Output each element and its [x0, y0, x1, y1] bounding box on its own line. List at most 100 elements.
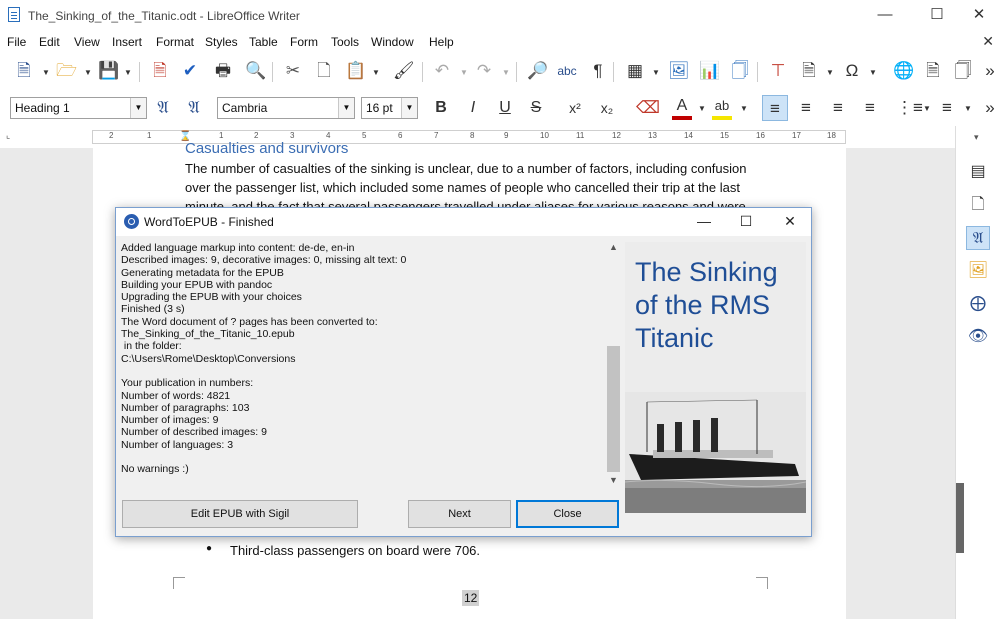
strikethrough-icon[interactable]: S — [526, 98, 546, 118]
edit-epub-with-sigil-button[interactable]: Edit EPUB with Sigil — [122, 500, 358, 528]
justify-icon[interactable]: ≡ — [860, 98, 880, 118]
footnote-icon[interactable]: 🗎 — [923, 61, 943, 81]
menu-file[interactable]: File — [7, 35, 26, 49]
new-document-icon[interactable]: 🗎 — [14, 61, 34, 81]
subscript-icon[interactable]: x₂ — [597, 98, 617, 118]
redo-dropdown-icon[interactable]: ▼ — [502, 68, 510, 77]
dialog-minimize-button[interactable]: — — [681, 208, 727, 236]
align-left-icon[interactable]: ≡ — [762, 95, 788, 121]
menu-window[interactable]: Window — [371, 35, 414, 49]
close-window-button[interactable]: ✕ — [956, 0, 1000, 32]
more-options-icon[interactable]: » — [980, 61, 1000, 81]
menu-form[interactable]: Form — [290, 35, 318, 49]
save-dropdown-icon[interactable]: ▼ — [124, 68, 132, 77]
print-icon[interactable]: 🖶 — [213, 61, 233, 81]
update-style-icon[interactable]: 𝔄 — [153, 98, 173, 118]
navigator-icon[interactable]: ⨁ — [966, 292, 990, 316]
next-button[interactable]: Next — [408, 500, 511, 528]
sidebar-menu-icon[interactable]: ▾ — [974, 132, 979, 143]
formatting-marks-icon[interactable]: ¶ — [588, 61, 608, 81]
insert-textbox-icon[interactable]: 🗍 — [730, 61, 750, 81]
table-dropdown-icon[interactable]: ▼ — [652, 68, 660, 77]
minimize-button[interactable]: — — [862, 0, 908, 32]
menu-styles[interactable]: Styles — [205, 35, 238, 49]
insert-image-icon[interactable]: 🖼 — [668, 61, 690, 81]
close-document-icon[interactable]: ✕ — [982, 33, 994, 50]
scroll-up-icon[interactable]: ▲ — [606, 242, 621, 252]
unordered-list-icon[interactable]: ⋮≡ — [896, 98, 923, 118]
bold-icon[interactable]: B — [431, 98, 451, 118]
cut-icon[interactable]: ✂ — [283, 61, 303, 81]
more-options-icon[interactable]: » — [980, 98, 1000, 118]
copy-icon[interactable]: 🗋 — [314, 61, 334, 81]
wordtoepub-icon[interactable]: ✔ — [180, 61, 200, 81]
undo-dropdown-icon[interactable]: ▼ — [460, 68, 468, 77]
special-char-dropdown-icon[interactable]: ▼ — [869, 68, 877, 77]
insert-table-icon[interactable]: ▦ — [625, 61, 645, 81]
redo-icon[interactable]: ↷ — [474, 61, 494, 81]
paragraph-line[interactable]: over the passenger list, which included … — [185, 180, 740, 195]
chevron-down-icon[interactable]: ▼ — [130, 98, 146, 118]
underline-icon[interactable]: U — [495, 98, 515, 118]
field-dropdown-icon[interactable]: ▼ — [826, 68, 834, 77]
scroll-thumb[interactable] — [607, 346, 620, 472]
gallery-icon[interactable]: 🖼 — [966, 259, 990, 283]
close-button[interactable]: Close — [516, 500, 619, 528]
highlight-icon[interactable]: ab — [712, 96, 732, 120]
dialog-close-icon[interactable]: ✕ — [767, 208, 813, 236]
print-preview-icon[interactable]: 🔍 — [245, 61, 266, 81]
find-replace-icon[interactable]: 🔎 — [527, 61, 548, 81]
log-scrollbar[interactable]: ▲ ▼ — [606, 242, 621, 489]
style-inspector-icon[interactable]: 👁 — [966, 325, 990, 349]
paragraph-style-combo[interactable]: Heading 1 ▼ — [10, 97, 147, 119]
insert-chart-icon[interactable]: 📊 — [699, 61, 720, 81]
new-dropdown-icon[interactable]: ▼ — [42, 68, 50, 77]
maximize-button[interactable]: ☐ — [914, 0, 960, 32]
tab-stop-icon[interactable]: ⌞ — [6, 130, 10, 141]
paste-icon[interactable]: 📋 — [345, 61, 366, 81]
section-heading[interactable]: Casualties and survivors — [185, 140, 348, 157]
conversion-log[interactable]: Added language markup into content: de-d… — [121, 241, 621, 503]
dialog-maximize-button[interactable]: ☐ — [723, 208, 769, 236]
ordered-list-icon[interactable]: ≡ — [937, 98, 957, 118]
special-character-icon[interactable]: Ω — [842, 61, 862, 81]
chevron-down-icon[interactable]: ▼ — [338, 98, 354, 118]
menu-edit[interactable]: Edit — [39, 35, 60, 49]
insert-field-icon[interactable]: 🗎 — [799, 61, 819, 81]
highlight-dropdown-icon[interactable]: ▼ — [740, 104, 748, 113]
undo-icon[interactable]: ↶ — [432, 61, 452, 81]
clone-formatting-icon[interactable]: 🖌 — [393, 61, 415, 81]
ordered-list-dropdown-icon[interactable]: ▼ — [964, 104, 972, 113]
menu-help[interactable]: Help — [429, 35, 454, 49]
hyperlink-icon[interactable]: 🌐 — [893, 61, 914, 81]
superscript-icon[interactable]: x² — [565, 98, 585, 118]
properties-icon[interactable]: ▤ — [966, 160, 990, 184]
clear-formatting-icon[interactable]: ⌫ — [636, 98, 660, 118]
sidebar-collapse-handle[interactable] — [956, 483, 964, 553]
chevron-down-icon[interactable]: ▼ — [401, 98, 417, 118]
italic-icon[interactable]: I — [463, 98, 483, 118]
page-icon[interactable]: 🗋 — [966, 193, 990, 217]
menu-view[interactable]: View — [74, 35, 100, 49]
new-style-icon[interactable]: 𝔄 — [184, 98, 204, 118]
menu-tools[interactable]: Tools — [331, 35, 359, 49]
spelling-icon[interactable]: abc — [557, 61, 577, 81]
font-color-icon[interactable]: A — [672, 96, 692, 120]
open-dropdown-icon[interactable]: ▼ — [84, 68, 92, 77]
paragraph-line[interactable]: The number of casualties of the sinking … — [185, 161, 747, 176]
list-dropdown-icon[interactable]: ▼ — [923, 104, 931, 113]
scroll-down-icon[interactable]: ▼ — [606, 475, 621, 485]
comment-icon[interactable]: 🗍 — [953, 61, 973, 81]
bullet-item[interactable]: Third-class passengers on board were 706… — [230, 543, 480, 558]
page-break-icon[interactable]: ⊤ — [768, 61, 788, 81]
align-center-icon[interactable]: ≡ — [796, 98, 816, 118]
font-color-dropdown-icon[interactable]: ▼ — [698, 104, 706, 113]
styles-icon[interactable]: 𝔄 — [966, 226, 990, 250]
font-size-combo[interactable]: 16 pt ▼ — [361, 97, 418, 119]
menu-table[interactable]: Table — [249, 35, 278, 49]
paste-dropdown-icon[interactable]: ▼ — [372, 68, 380, 77]
save-icon[interactable]: 💾 — [98, 61, 119, 81]
align-right-icon[interactable]: ≡ — [828, 98, 848, 118]
font-name-combo[interactable]: Cambria ▼ — [217, 97, 355, 119]
menu-insert[interactable]: Insert — [112, 35, 142, 49]
